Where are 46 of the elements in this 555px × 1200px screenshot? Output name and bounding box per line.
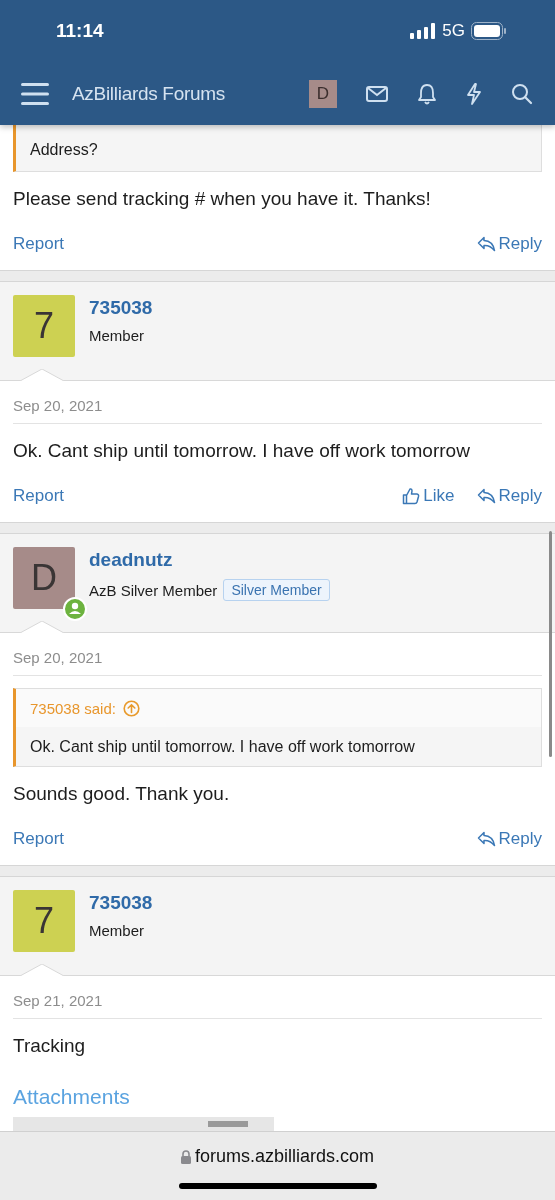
reply-arrow-icon — [476, 831, 496, 847]
post-date[interactable]: Sep 20, 2021 — [13, 397, 103, 414]
quote-text: Address? — [29, 140, 99, 160]
report-link[interactable]: Report — [13, 829, 65, 849]
post-text: Ok. Cant ship until tomorrow. I have off work tomorrow — [12, 439, 471, 463]
menu-icon[interactable] — [21, 82, 49, 105]
signal-icon — [410, 23, 437, 39]
username-link[interactable]: 735038 — [89, 297, 153, 319]
reply-link[interactable]: Reply — [476, 234, 542, 254]
post-text: Tracking — [12, 1034, 87, 1058]
user-avatar[interactable]: D — [13, 547, 75, 609]
report-link[interactable]: Report — [13, 486, 65, 506]
mail-icon[interactable] — [366, 85, 388, 102]
bell-icon[interactable] — [417, 82, 437, 105]
user-title: Member — [89, 327, 144, 344]
post-date[interactable]: Sep 20, 2021 — [13, 649, 103, 666]
reply-arrow-icon — [476, 488, 496, 504]
post-text: Sounds good. Thank you. — [12, 782, 231, 806]
user-badge: Silver Member — [223, 579, 330, 601]
reply-arrow-icon — [476, 236, 496, 252]
post-text: Please send tracking # when you have it. Thanks! — [12, 187, 432, 211]
site-title[interactable]: AzBilliards Forums — [72, 82, 225, 105]
username-link[interactable]: 735038 — [89, 892, 153, 914]
post-date[interactable]: Sep 21, 2021 — [13, 992, 103, 1009]
reply-link[interactable]: Reply — [476, 486, 542, 506]
report-link[interactable]: Report — [13, 234, 65, 254]
user-title: AzB Silver Member — [89, 581, 218, 599]
quote-text: Ok. Cant ship until tomorrow. I have off work tomorrow — [29, 737, 416, 757]
user-avatar[interactable]: 7 — [13, 295, 75, 357]
quote-author-link[interactable]: 735038 said: — [30, 700, 116, 717]
status-time: 11:14 — [56, 20, 104, 42]
user-avatar[interactable]: 7 — [13, 890, 75, 952]
username-link[interactable]: deadnutz — [89, 549, 330, 571]
reply-link[interactable]: Reply — [476, 829, 542, 849]
scrollbar[interactable] — [549, 531, 552, 757]
lightning-icon[interactable] — [466, 82, 482, 105]
thumbs-up-icon — [402, 487, 421, 505]
user-title: Member — [89, 922, 144, 939]
battery-icon — [471, 22, 507, 40]
lock-icon — [180, 1149, 191, 1164]
like-link[interactable]: Like — [402, 486, 455, 506]
network-label: 5G — [442, 21, 465, 41]
search-icon[interactable] — [511, 82, 533, 105]
url-text[interactable]: forums.azbilliards.com — [194, 1146, 375, 1167]
attachments-heading: Attachments — [12, 1084, 131, 1110]
account-avatar[interactable]: D — [309, 79, 337, 108]
